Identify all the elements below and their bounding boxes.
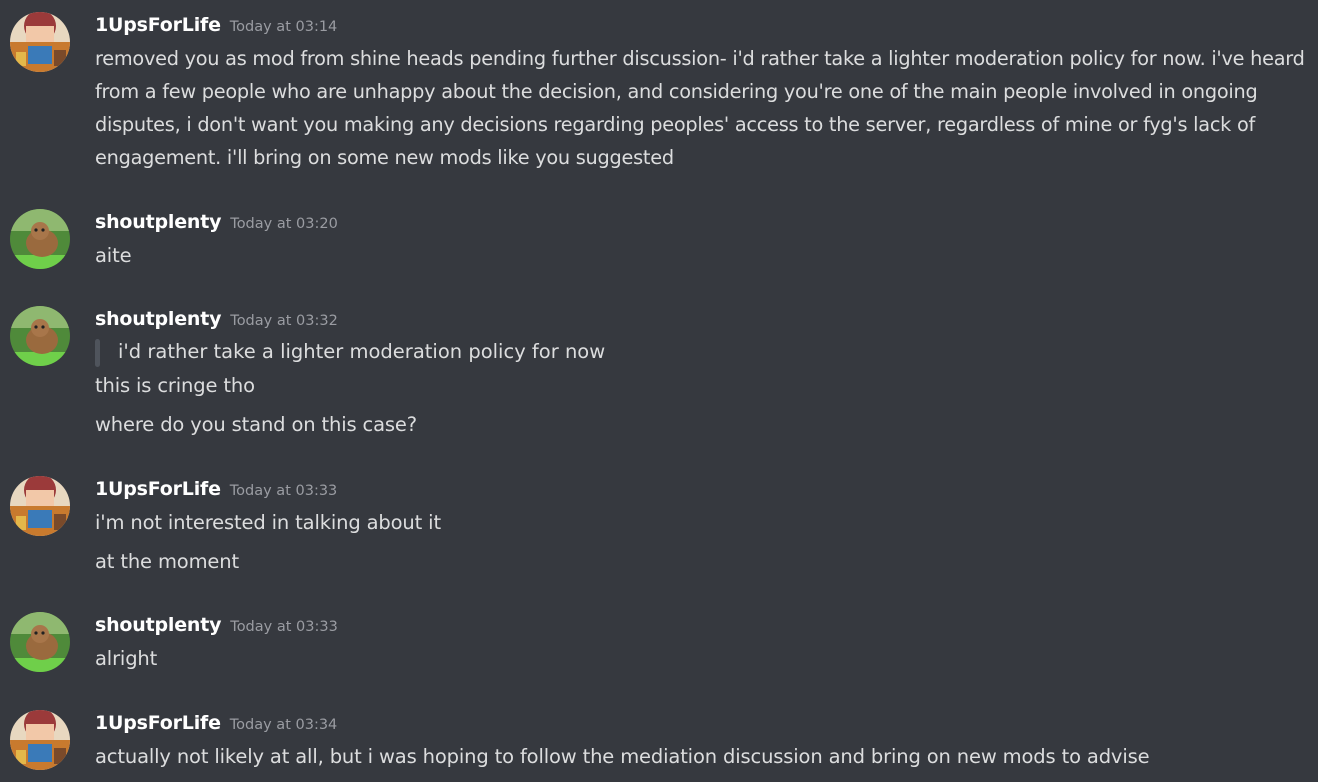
message-text: this is cringe tho — [95, 374, 255, 397]
dog-avatar-icon[interactable] — [10, 612, 70, 672]
message-text: actually not likely at all, but i was ho… — [95, 745, 1150, 768]
ups-avatar-icon[interactable] — [10, 710, 70, 770]
username[interactable]: shoutplenty — [95, 211, 221, 233]
message-header: 1UpsForLife Today at 03:34 — [95, 710, 337, 736]
timestamp: Today at 03:32 — [230, 313, 338, 329]
username[interactable]: shoutplenty — [95, 308, 221, 330]
message-header: shoutplenty Today at 03:20 — [95, 209, 338, 235]
timestamp: Today at 03:14 — [229, 19, 338, 35]
message-text: where do you stand on this case? — [95, 413, 417, 436]
dog-avatar-icon[interactable] — [10, 209, 70, 269]
message-text: at the moment — [95, 550, 239, 573]
message-group: shoutplenty Today at 03:32 i'd rather tak… — [0, 306, 1318, 441]
message-group: 1UpsForLife Today at 03:34 actually not l… — [0, 710, 1318, 778]
message-header: shoutplenty Today at 03:33 — [95, 612, 338, 638]
username[interactable]: 1UpsForLife — [95, 14, 221, 36]
message-header: shoutplenty Today at 03:32 — [95, 306, 338, 332]
message-header: 1UpsForLife Today at 03:14 — [95, 12, 337, 38]
message-header: 1UpsForLife Today at 03:33 — [95, 476, 337, 502]
message-text: aite — [95, 244, 132, 267]
quote-text: i'd rather take a lighter moderation pol… — [118, 340, 606, 363]
username[interactable]: shoutplenty — [95, 614, 221, 636]
message-group: shoutplenty Today at 03:20 aite — [0, 209, 1318, 269]
dog-avatar-icon[interactable] — [10, 306, 70, 366]
message-text: removed you as mod from shine heads pend… — [95, 47, 1305, 169]
ups-avatar-icon[interactable] — [10, 476, 70, 536]
ups-avatar-icon[interactable] — [10, 12, 70, 72]
quote-bar — [95, 339, 100, 367]
message-group: 1UpsForLife Today at 03:14 removed you as… — [0, 12, 1318, 172]
username[interactable]: 1UpsForLife — [95, 478, 221, 500]
message-group: 1UpsForLife Today at 03:33 i'm not intere… — [0, 476, 1318, 576]
message-text: alright — [95, 647, 158, 670]
timestamp: Today at 03:33 — [230, 619, 338, 635]
message-text: i'm not interested in talking about it — [95, 511, 441, 534]
timestamp: Today at 03:20 — [230, 216, 338, 232]
timestamp: Today at 03:33 — [229, 483, 338, 499]
username[interactable]: 1UpsForLife — [95, 712, 221, 734]
message-group: shoutplenty Today at 03:33 alright — [0, 612, 1318, 672]
timestamp: Today at 03:34 — [229, 717, 338, 733]
